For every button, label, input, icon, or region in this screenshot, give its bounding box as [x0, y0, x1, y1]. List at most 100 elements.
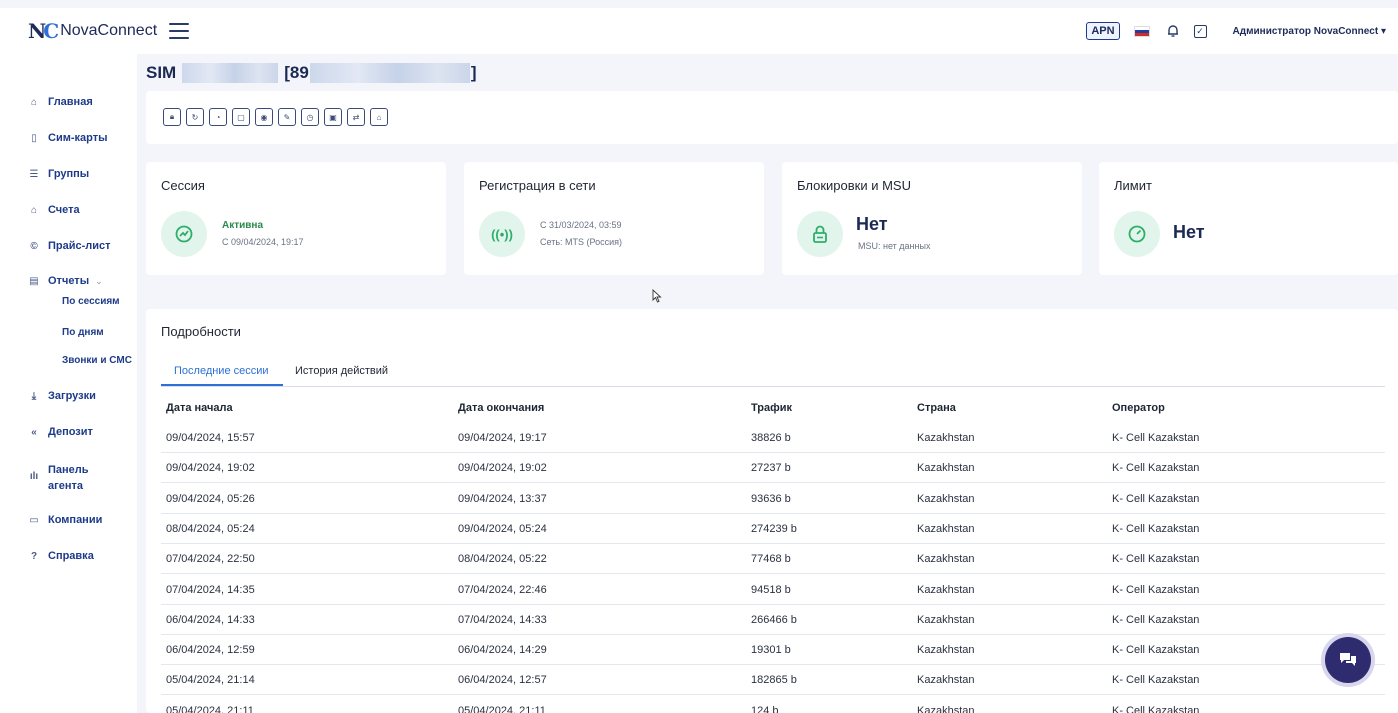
table-row[interactable]: 09/04/2024, 15:57 09/04/2024, 19:17 38826 … [161, 423, 1385, 453]
table-cell: Kazakhstan [917, 492, 975, 505]
blocks-card: Блокировки и MSU Нет MSU: нет данных [782, 162, 1082, 275]
table-cell: 09/04/2024, 19:17 [458, 432, 547, 444]
table-row[interactable]: 05/04/2024, 21:11 05/04/2024, 21:11 124 b K… [161, 696, 1385, 713]
sidebar: ⌂ Главная ▯ Сим-карты ☰ Группы ⌂ Счета ©… [0, 54, 137, 713]
square-button[interactable]: ▢ [232, 108, 250, 126]
bag-icon: ⌂ [376, 112, 382, 122]
language-flag-icon[interactable] [1133, 25, 1150, 37]
redacted-sim-number [182, 63, 279, 83]
tab-action-history[interactable]: История действий [295, 365, 388, 377]
sidebar-item-home[interactable]: ⌂ Главная [0, 96, 137, 108]
lock-button[interactable]: 🔒︎ [163, 108, 181, 126]
sidebar-sub-calls-sms[interactable]: Звонки и СМС [62, 355, 132, 366]
table-cell: Kazakhstan [917, 644, 975, 657]
table-cell: Kazakhstan [917, 613, 975, 626]
table-cell: K- Cell Kazakstan [1112, 583, 1200, 596]
edit-button[interactable]: ✎ [278, 108, 296, 126]
sim-card-button[interactable]: ▣ [324, 108, 342, 126]
limit-card: Лимит Нет [1099, 162, 1398, 275]
table-cell: 93636 b [751, 492, 791, 505]
session-since: С 09/04/2024, 19:17 [222, 237, 304, 247]
search-button[interactable]: ◔ [209, 108, 227, 126]
logo[interactable]: NC NovaConnect [28, 19, 157, 43]
table-cell: 09/04/2024, 13:37 [458, 492, 547, 505]
table-cell: K- Cell Kazakstan [1112, 492, 1200, 505]
logo-mark: NC [28, 19, 59, 43]
blocks-card-title: Блокировки и MSU [797, 178, 911, 193]
registration-network: Сеть: MTS (Россия) [540, 237, 623, 247]
table-cell: Kazakhstan [917, 553, 975, 566]
menu-toggle-icon[interactable] [169, 23, 190, 39]
lock-icon: 🔒︎ [169, 112, 175, 121]
column-header-operator: Оператор [1112, 402, 1165, 414]
table-cell: Kazakhstan [917, 583, 975, 596]
table-cell: 19301 b [751, 644, 791, 657]
table-cell: 38826 b [751, 432, 791, 444]
lock-status-icon [797, 211, 843, 257]
clock-button[interactable]: ◷ [301, 108, 319, 126]
bag-button[interactable]: ⌂ [370, 108, 388, 126]
download-icon: ⤓ [31, 390, 37, 402]
sidebar-item-downloads[interactable]: ⤓ Загрузки [0, 390, 137, 402]
table-row[interactable]: 09/04/2024, 19:02 09/04/2024, 19:02 27237 … [161, 453, 1385, 484]
bank-icon: ⌂ [30, 204, 38, 216]
blocks-msu: MSU: нет данных [858, 241, 931, 251]
table-cell: 05/04/2024, 21:14 [166, 674, 255, 687]
swap-button[interactable]: ⇄ [347, 108, 365, 126]
edit-icon: ✎ [283, 112, 291, 122]
company-icon: ▭ [29, 514, 39, 526]
table-cell: 06/04/2024, 12:59 [166, 644, 255, 657]
session-card-title: Сессия [161, 178, 205, 193]
user-menu[interactable]: Администратор NovaConnect ▾ [1233, 26, 1386, 37]
table-row[interactable]: 05/04/2024, 21:14 06/04/2024, 12:57 182865… [161, 665, 1385, 696]
table-cell: K- Cell Kazakstan [1112, 674, 1200, 687]
limit-card-title: Лимит [1114, 178, 1152, 193]
sidebar-item-reports[interactable]: ▤ Отчеты ⌄ [0, 275, 137, 287]
table-row[interactable]: 07/04/2024, 22:50 08/04/2024, 05:22 77468 … [161, 544, 1385, 575]
sidebar-item-price-list[interactable]: © Прайс-лист [0, 240, 137, 252]
chat-button[interactable] [1325, 637, 1371, 683]
refresh-button[interactable]: ↻ [186, 108, 204, 126]
table-cell: 06/04/2024, 14:33 [166, 613, 255, 626]
table-row[interactable]: 06/04/2024, 14:33 07/04/2024, 14:33 266466… [161, 605, 1385, 635]
sidebar-item-help[interactable]: ? Справка [0, 550, 137, 562]
tasks-icon[interactable]: ✓ [1193, 24, 1207, 38]
groups-icon: ☰ [29, 168, 39, 180]
bell-icon[interactable] [1166, 24, 1180, 38]
active-tab-indicator [161, 384, 283, 386]
sidebar-item-companies[interactable]: ▭ Компании [0, 514, 137, 526]
sidebar-item-groups[interactable]: ☰ Группы [0, 168, 137, 180]
sidebar-sub-by-sessions[interactable]: По сессиям [62, 296, 120, 307]
tab-recent-sessions[interactable]: Последние сессии [174, 365, 269, 377]
registration-card: Регистрация в сети ((•)) С 31/03/2024, 0… [464, 162, 764, 275]
sidebar-item-deposit[interactable]: « Депозит [0, 426, 137, 438]
table-cell: 09/04/2024, 05:26 [166, 492, 255, 505]
sidebar-item-sim-cards[interactable]: ▯ Сим-карты [0, 132, 137, 144]
column-header-country: Страна [917, 402, 956, 414]
table-cell: 09/04/2024, 19:02 [458, 462, 547, 475]
sidebar-item-agent-panel[interactable]: ılı Панель агента [0, 462, 137, 494]
sidebar-item-accounts[interactable]: ⌂ Счета [0, 204, 137, 216]
table-cell: Kazakhstan [917, 432, 975, 444]
gauge-icon [1114, 211, 1160, 257]
table-row[interactable]: 07/04/2024, 14:35 07/04/2024, 22:46 94518 … [161, 575, 1385, 605]
chevron-down-icon: ⌄ [95, 275, 103, 286]
table-row[interactable]: 06/04/2024, 12:59 06/04/2024, 14:29 19301 … [161, 635, 1385, 666]
table-cell: 94518 b [751, 583, 791, 596]
sidebar-sub-by-days[interactable]: По дням [62, 327, 104, 338]
table-row[interactable]: 09/04/2024, 05:26 09/04/2024, 13:37 93636 … [161, 484, 1385, 514]
home-icon: ⌂ [30, 96, 38, 108]
column-header-traffic: Трафик [751, 402, 793, 414]
table-cell: 182865 b [751, 674, 797, 687]
blocks-value: Нет [856, 214, 888, 234]
chart-icon: ılı [29, 471, 39, 482]
table-row[interactable]: 08/04/2024, 05:24 09/04/2024, 05:24 274239… [161, 514, 1385, 544]
top-bar: NC NovaConnect APN ✓ Администратор NovaC… [0, 8, 1398, 54]
table-cell: K- Cell Kazakstan [1112, 704, 1200, 713]
page-title: SIM [89 ] [146, 63, 477, 83]
apn-button[interactable]: APN [1086, 22, 1120, 40]
registration-card-title: Регистрация в сети [479, 178, 596, 193]
table-cell: 07/04/2024, 14:35 [166, 583, 255, 596]
target-button[interactable]: ◉ [255, 108, 273, 126]
column-header-end: Дата окончания [458, 402, 545, 414]
